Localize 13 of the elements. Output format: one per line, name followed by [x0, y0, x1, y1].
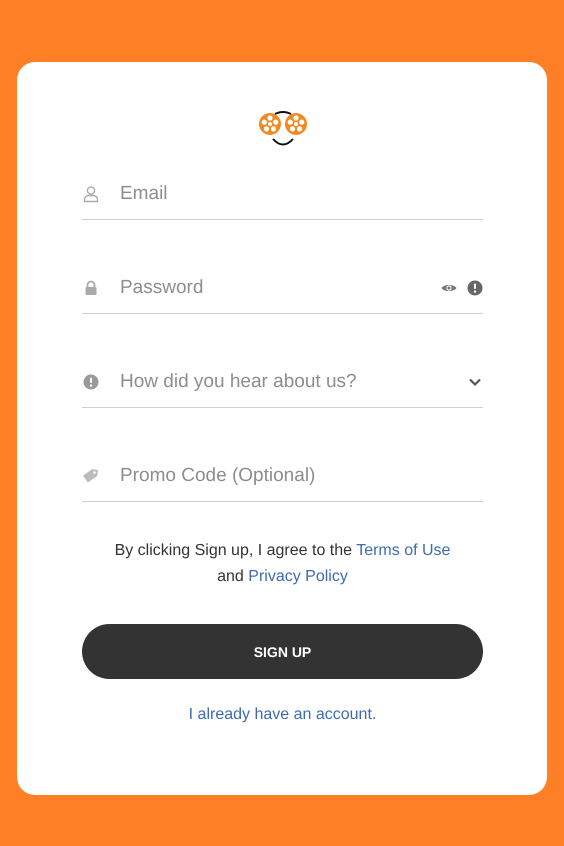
- exclamation-icon: [467, 280, 483, 296]
- email-field[interactable]: Email: [120, 183, 483, 205]
- user-icon: [82, 185, 100, 203]
- terms-agreement-text: By clicking Sign up, I agree to the Terms of Use and Privacy Policy: [114, 541, 452, 587]
- login-link[interactable]: I already have an account.: [188, 706, 376, 724]
- privacy-link[interactable]: Privacy Policy: [248, 568, 348, 585]
- terms-link[interactable]: Terms of Use: [356, 542, 450, 559]
- tag-icon: [82, 467, 100, 485]
- password-field[interactable]: Password: [120, 277, 431, 299]
- promo-code-field[interactable]: Promo Code (Optional): [120, 465, 483, 487]
- sign-up-button[interactable]: SIGN UP: [82, 624, 483, 679]
- exclamation-icon: [82, 373, 100, 391]
- source-dropdown[interactable]: How did you hear about us?: [82, 357, 483, 408]
